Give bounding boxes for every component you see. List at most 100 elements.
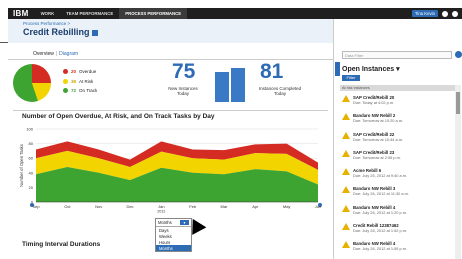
list-item-text: Credit Rebill 12387462 Due: July 26, 2012… (353, 223, 407, 233)
list-item[interactable]: Bandaro NW Rebill 3 Due: July 26, 2012 at… (340, 183, 455, 201)
x-tick-label: Jan (158, 204, 164, 209)
instance-due: Due: Tomorrow at 2:55 p.m. (353, 154, 401, 160)
x-tick-label: May (283, 204, 291, 209)
dropdown-option-months[interactable]: Months (156, 245, 191, 251)
y-tick-label: 40 (29, 170, 34, 175)
tasks-area-chart: 020406080100Sep Oct Nov Dec Jan2012Feb Mar Apr… (19, 127, 322, 214)
nav-work[interactable]: WORK (35, 8, 61, 19)
new-instances-bar (215, 72, 229, 102)
instance-due: Due: July 26, 2012 at 1:20 p.m. (353, 209, 408, 215)
view-tabs: Overview | Diagram (33, 51, 78, 57)
x-tick-label: Mar (221, 204, 229, 209)
completed-caption-2: Today (273, 91, 286, 96)
timing-section-title: Timing Interval Durations (22, 241, 101, 248)
warning-icon (342, 241, 350, 249)
x-tick-label: Apr (252, 204, 259, 209)
legend-at-risk[interactable]: 38 At Risk (63, 77, 97, 87)
on-track-dot-icon (63, 88, 68, 94)
settings-icon[interactable] (442, 10, 448, 17)
on-track-label: On Track (79, 88, 98, 93)
top-navigation-bar: IBM WORK TEAM PERFORMANCE PROCESS PERFOR… (8, 8, 462, 19)
list-header: At risk instances (340, 85, 455, 91)
user-area: Tina Kevin (411, 10, 462, 17)
legend-overdue[interactable]: 20 Overdue (63, 67, 97, 77)
overdue-count: 20 (71, 69, 77, 74)
list-item[interactable]: SAP Credit/Rebill 22 Due: Tomorrow at 10:… (340, 129, 455, 147)
instance-due: Due: July 26, 2012 at 11:30 a.m. (353, 191, 409, 197)
instance-due: Due: Tomorrow at 10:44 a.m. (353, 136, 404, 142)
y-tick-label: 20 (29, 185, 34, 190)
overdue-label: Overdue (79, 69, 97, 74)
data-filter-input[interactable]: Data Filter (342, 51, 452, 59)
tab-diagram[interactable]: Diagram (59, 51, 78, 57)
list-item[interactable]: Bandaro NW Rebill 4 Due: July 26, 2012 at… (340, 238, 455, 256)
filter-go-icon[interactable] (455, 51, 462, 58)
chart-title: Number of Open Overdue, At Risk, and On … (22, 113, 215, 120)
legend-on-track[interactable]: 72 On Track (63, 86, 97, 96)
at-risk-label: At Risk (79, 78, 94, 84)
y-axis-label: Number of Open Tasks (19, 144, 24, 187)
instance-due: Due: July 26, 2012 at 1:55 p.m. (353, 246, 408, 252)
dropdown-selected: Months (158, 220, 172, 225)
at-risk-count: 38 (71, 78, 77, 84)
x-tick-label: Dec (126, 204, 133, 209)
page-title: Credit Rebilling (23, 27, 98, 37)
instance-due: Due: Tomorrow at 10:20 a.m. (353, 118, 404, 124)
on-track-count: 72 (71, 88, 77, 93)
x-tick-label: Oct (64, 204, 71, 209)
list-item-text: SAP Credit/Rebill 20 Due: Today at 4:02 p… (353, 95, 394, 105)
section-divider (13, 110, 328, 111)
warning-icon (342, 223, 350, 231)
x-tick-sublabel: 2012 (157, 210, 165, 214)
list-item-text: SAP Credit/Rebill 23 Due: Tomorrow at 2:5… (353, 150, 401, 160)
at-risk-dot-icon (63, 78, 68, 84)
list-item[interactable]: Bandaro NW Rebill 2 Due: Tomorrow at 10:2… (340, 110, 455, 128)
warning-icon (342, 113, 350, 121)
list-item-text: Acme Rebill 6 Due: July 25, 2012 at 9:40 … (353, 168, 407, 178)
nav-team-performance[interactable]: TEAM PERFORMANCE (60, 8, 119, 19)
warning-icon (342, 186, 350, 194)
info-icon[interactable] (91, 29, 98, 36)
help-icon[interactable] (452, 10, 458, 17)
new-instances-caption-2: Today (176, 91, 189, 96)
list-item-text: Bandaro NW Rebill 4 Due: July 26, 2012 at… (353, 241, 407, 251)
open-instances-title[interactable]: Open Instances ▾ (342, 65, 400, 73)
list-item[interactable]: Acme Rebill 6 Due: July 25, 2012 at 9:40 … (340, 165, 455, 183)
breadcrumb[interactable]: Process Performance > (23, 21, 70, 26)
completed-caption: Instances Completed Today (250, 86, 310, 96)
list-item[interactable]: SAP Credit/Rebill 20 Due: Today at 4:02 p… (340, 92, 455, 110)
y-tick-label: 80 (29, 141, 34, 146)
tab-separator: | (55, 51, 58, 57)
list-item-text: Bandaro NW Rebill 3 Due: July 26, 2012 at… (353, 186, 409, 196)
nav-process-performance[interactable]: PROCESS PERFORMANCE (119, 8, 188, 19)
filter-button[interactable]: Filter (342, 75, 360, 81)
overdue-dot-icon (63, 69, 68, 75)
status-legend: 20 Overdue 38 At Risk 72 On Track (63, 67, 97, 96)
x-tick-label: Jun (315, 204, 321, 209)
instance-list: SAP Credit/Rebill 20 Due: Today at 4:02 p… (340, 92, 455, 257)
user-menu[interactable]: Tina Kevin (411, 10, 438, 17)
new-instances-value: 75 (172, 60, 196, 83)
y-tick-label: 60 (29, 156, 34, 161)
x-tick-label: Sep (32, 204, 40, 209)
instance-due: Due: Today at 4:02 p.m. (353, 100, 395, 105)
list-item[interactable]: SAP Credit/Rebill 23 Due: Tomorrow at 2:5… (340, 147, 455, 165)
warning-icon (342, 131, 350, 139)
list-item-text: SAP Credit/Rebill 22 Due: Tomorrow at 10:… (353, 132, 403, 142)
series-area-on-track (36, 166, 318, 202)
tab-overview[interactable]: Overview (33, 51, 54, 57)
list-item[interactable]: Bandaro NW Rebill 4 Due: July 26, 2012 at… (340, 202, 455, 220)
list-item[interactable]: Credit Rebill 12387462 Due: July 26, 2012… (340, 220, 455, 238)
scrollbar-thumb[interactable] (456, 92, 460, 114)
x-tick-label: Nov (95, 204, 102, 209)
instance-due: Due: July 25, 2012 at 9:40 a.m. (353, 173, 408, 179)
completed-bar (231, 68, 245, 102)
completed-value: 81 (260, 60, 284, 83)
instance-due: Due: July 26, 2012 at 1:52 p.m. (353, 228, 408, 234)
new-instances-caption: New Instances Today (153, 86, 213, 96)
warning-icon (342, 168, 350, 176)
list-item-text: Bandaro NW Rebill 4 Due: July 26, 2012 at… (353, 205, 407, 215)
ibm-logo: IBM (13, 9, 29, 18)
panel-tab-marker[interactable] (335, 62, 340, 76)
warning-icon (342, 149, 350, 157)
